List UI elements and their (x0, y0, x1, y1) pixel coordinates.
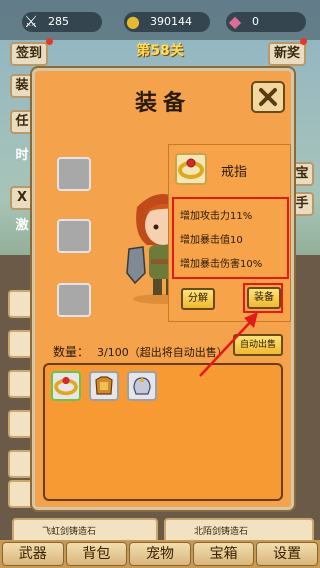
ring-icon (178, 158, 204, 179)
equipment-slot-3[interactable] (57, 283, 91, 317)
list-item-label: 北陌剑铸造石 (194, 527, 249, 537)
coins-resource: ● 390144 (124, 12, 210, 32)
side-button-time[interactable]: 时 (10, 146, 34, 170)
coins-icon: ● (126, 12, 140, 31)
side-button-equip[interactable]: 装 (10, 74, 34, 98)
item-name: 戒指 (221, 165, 248, 180)
swords-count: 285 (48, 15, 69, 28)
stat-crit-damage: 增加暴击伤害10% (180, 259, 263, 270)
gems-resource: ◆ 0 (226, 12, 306, 32)
ring-icon (54, 376, 78, 396)
bag-count-label: 数量： (53, 345, 90, 359)
bag-item-helmet[interactable] (127, 371, 157, 401)
checkin-button[interactable]: 签到 (10, 42, 48, 66)
nav-backpack[interactable]: 背包 (65, 542, 128, 566)
bag-item-armor[interactable] (89, 371, 119, 401)
bag-item-ring[interactable] (51, 371, 81, 401)
side-button-x[interactable]: X (10, 186, 34, 210)
stat-crit-value: 增加暴击值10 (180, 235, 243, 246)
nav-pet[interactable]: 宠物 (129, 542, 191, 566)
helmet-icon (133, 376, 151, 395)
side-button-activate[interactable]: 激 (10, 216, 34, 240)
equipment-dialog: 装备 戒指 增加攻击力11% 增加暴击值10 增加暴击伤害10% 分解 装备 数… (32, 68, 294, 510)
nav-settings[interactable]: 设置 (256, 542, 318, 566)
stat-attack: 增加攻击力11% (180, 211, 253, 222)
item-stats-highlight: 增加攻击力11% 增加暴击值10 增加暴击伤害10% (172, 197, 289, 279)
swords-resource: ⚔ 285 (22, 12, 102, 32)
bottom-nav: 武器 背包 宠物 宝箱 设置 (0, 540, 320, 568)
gem-icon: ◆ (228, 12, 242, 31)
newbie-notification-dot (300, 38, 307, 45)
coins-count: 390144 (150, 15, 192, 28)
bag-grid (43, 363, 283, 501)
item-info-panel: 戒指 增加攻击力11% 增加暴击值10 增加暴击伤害10% 分解 装备 (168, 144, 291, 322)
armor-icon (95, 376, 113, 395)
checkin-notification-dot (46, 38, 53, 45)
gems-count: 0 (252, 15, 259, 28)
nav-weapon[interactable]: 武器 (2, 542, 64, 566)
equipment-slot-1[interactable] (57, 157, 91, 191)
equipment-slot-2[interactable] (57, 219, 91, 253)
resource-bar: ⚔ 285 ● 390144 ◆ 0 (0, 0, 320, 40)
item-icon (175, 153, 207, 185)
list-item-label: 飞虹剑铸造石 (42, 527, 97, 537)
stage-label: 第58关 (136, 43, 184, 59)
close-icon (259, 88, 277, 106)
side-button-task[interactable]: 任 (10, 110, 34, 134)
pointer-arrow-icon (199, 312, 258, 377)
close-button[interactable] (251, 81, 285, 113)
nav-chest[interactable]: 宝箱 (192, 542, 255, 566)
crossed-swords-icon: ⚔ (23, 12, 39, 31)
newbie-reward-button[interactable]: 新奖 (268, 42, 306, 66)
